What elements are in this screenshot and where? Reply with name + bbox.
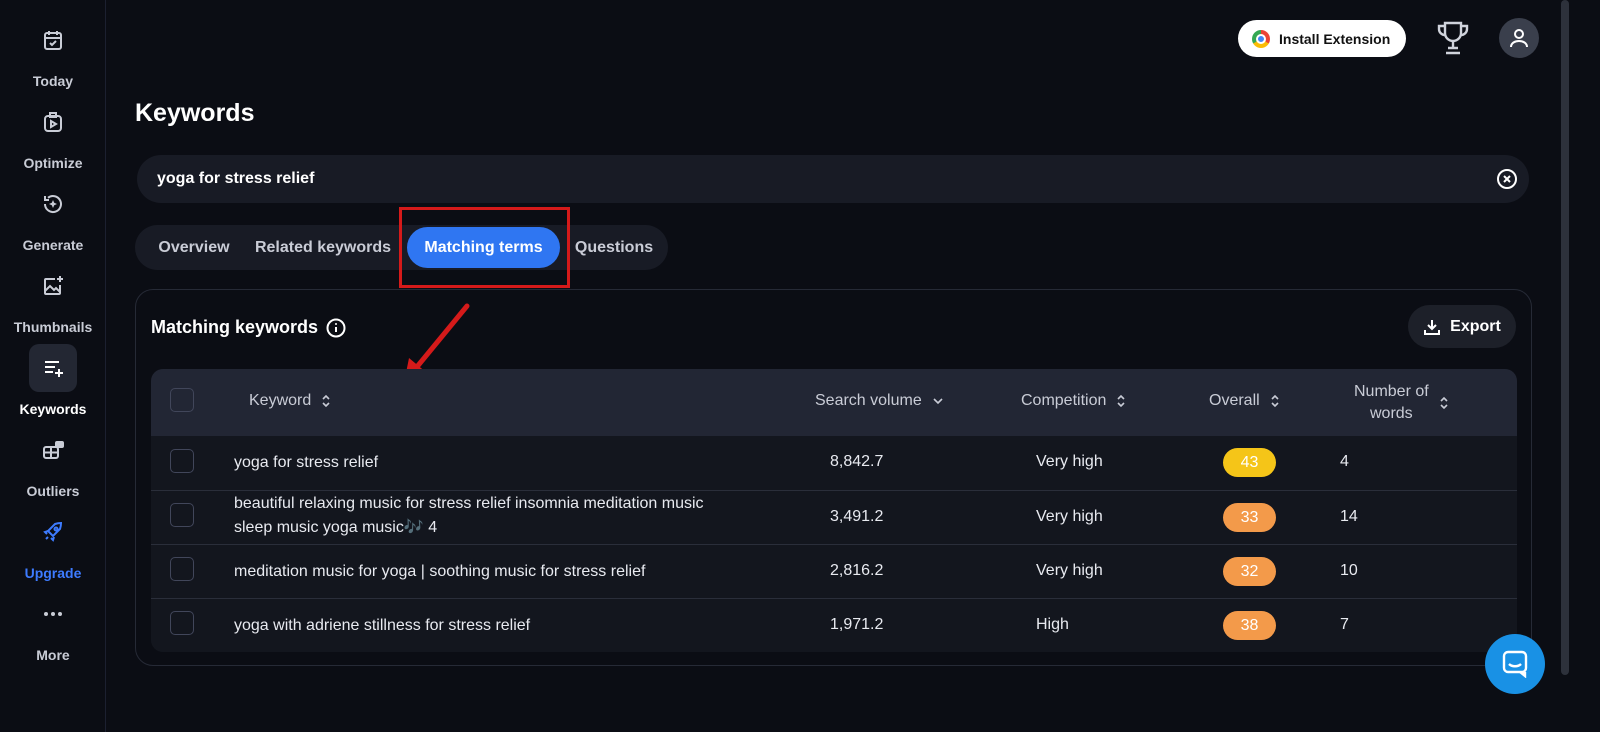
row-checkbox[interactable] (170, 503, 194, 527)
sidebar-item-label: Outliers (26, 483, 80, 499)
sidebar-item-outliers[interactable]: Outliers (0, 426, 106, 499)
sidebar-item-today[interactable]: Today (0, 16, 106, 89)
table-row[interactable]: beautiful relaxing music for stress reli… (151, 490, 1517, 544)
sidebar-item-label: Upgrade (24, 565, 82, 581)
chat-icon (1502, 650, 1528, 678)
column-number-of-words-label: Number of words (1354, 381, 1429, 425)
select-all-checkbox[interactable] (170, 388, 194, 412)
column-overall-label: Overall (1209, 392, 1260, 409)
column-search-volume[interactable]: Search volume (815, 392, 944, 410)
sort-icon (1117, 394, 1125, 408)
word-count-cell: 14 (1340, 508, 1358, 525)
install-extension-button[interactable]: Install Extension (1238, 20, 1406, 57)
tab-related-keywords[interactable]: Related keywords (252, 225, 394, 270)
overall-badge: 33 (1223, 503, 1276, 532)
export-label: Export (1450, 317, 1501, 335)
row-checkbox[interactable] (170, 557, 194, 581)
sort-icon (1271, 394, 1279, 408)
competition-cell: Very high (1036, 508, 1103, 525)
search-input[interactable] (157, 168, 1457, 190)
sort-icon (322, 394, 330, 408)
sidebar-item-optimize[interactable]: Optimize (0, 98, 106, 171)
clear-search-icon[interactable] (1495, 167, 1519, 196)
table-header: Keyword Search volume Competition Overal… (151, 369, 1517, 436)
search-volume-cell: 1,971.2 (830, 616, 884, 633)
search-volume-cell: 2,816.2 (830, 562, 884, 579)
column-search-volume-label: Search volume (815, 392, 922, 409)
matching-keywords-panel: Matching keywords Export Keyword Search … (135, 289, 1532, 666)
chrome-icon (1252, 29, 1270, 48)
tab-questions[interactable]: Questions (571, 225, 657, 270)
keyword-cell: yoga for stress relief (234, 454, 379, 471)
install-extension-label: Install Extension (1279, 30, 1391, 47)
row-checkbox[interactable] (170, 611, 194, 635)
column-number-of-words[interactable]: Number of words (1354, 381, 1449, 425)
sidebar-item-label: Generate (22, 237, 84, 253)
keyword-cell: beautiful relaxing music for stress reli… (234, 492, 704, 540)
sidebar-item-label: Thumbnails (13, 319, 93, 335)
keyword-cell: meditation music for yoga | soothing mus… (234, 563, 646, 580)
tab-overview[interactable]: Overview (149, 225, 239, 270)
sparkle-refresh-icon (29, 180, 77, 228)
word-count-cell: 4 (1340, 453, 1349, 470)
more-dots-icon (29, 590, 77, 638)
table-row[interactable]: yoga with adriene stillness for stress r… (151, 598, 1517, 652)
overall-badge: 32 (1223, 557, 1276, 586)
search-volume-cell: 8,842.7 (830, 453, 884, 470)
export-button[interactable]: Export (1408, 305, 1516, 348)
chevron-down-icon (933, 398, 943, 405)
sidebar-item-more[interactable]: More (0, 590, 106, 663)
competition-cell: High (1036, 616, 1069, 633)
chat-launcher-button[interactable] (1485, 634, 1545, 694)
sidebar-item-label: Keywords (19, 401, 87, 417)
trophy-icon[interactable] (1436, 20, 1470, 61)
column-overall[interactable]: Overall (1209, 392, 1280, 410)
sort-icon (1440, 396, 1448, 410)
keywords-table: Keyword Search volume Competition Overal… (151, 369, 1517, 652)
column-keyword[interactable]: Keyword (249, 392, 331, 410)
calendar-check-icon (29, 16, 77, 64)
sidebar-item-upgrade[interactable]: Upgrade (0, 508, 106, 581)
competition-cell: Very high (1036, 453, 1103, 470)
column-words-line-1: Number of (1354, 383, 1429, 400)
overall-badge: 43 (1223, 448, 1276, 477)
info-icon[interactable] (326, 318, 346, 338)
download-icon (1424, 319, 1441, 335)
sidebar-item-label: Today (32, 73, 74, 89)
keyword-cell: yoga with adriene stillness for stress r… (234, 617, 531, 634)
sidebar-item-thumbnails[interactable]: Thumbnails (0, 262, 106, 335)
overall-badge: 38 (1223, 611, 1276, 640)
table-row[interactable]: meditation music for yoga | soothing mus… (151, 544, 1517, 598)
avatar[interactable] (1499, 18, 1539, 58)
column-competition[interactable]: Competition (1021, 392, 1126, 410)
competition-cell: Very high (1036, 562, 1103, 579)
panel-title: Matching keywords (151, 317, 346, 338)
video-clipboard-icon (29, 98, 77, 146)
sidebar: Today Optimize Generate Thumbnails Keywo… (0, 0, 106, 732)
scrollbar[interactable] (1561, 0, 1569, 675)
sidebar-item-keywords[interactable]: Keywords (0, 344, 106, 417)
word-count-cell: 7 (1340, 616, 1349, 633)
table-row[interactable]: yoga for stress relief 8,842.7 Very high… (151, 436, 1517, 490)
sidebar-item-label: More (36, 647, 70, 663)
column-competition-label: Competition (1021, 392, 1107, 409)
column-keyword-label: Keyword (249, 392, 312, 409)
search-volume-cell: 3,491.2 (830, 508, 884, 525)
row-checkbox[interactable] (170, 449, 194, 473)
annotation-highlight-box (399, 207, 570, 288)
search-bar (137, 155, 1529, 203)
word-count-cell: 10 (1340, 562, 1358, 579)
sidebar-item-generate[interactable]: Generate (0, 180, 106, 253)
rocket-icon (29, 508, 77, 556)
column-words-line-2: words (1370, 405, 1413, 422)
image-sparkle-icon (29, 262, 77, 310)
panel-title-text: Matching keywords (151, 317, 319, 337)
list-plus-icon (29, 344, 77, 392)
page-title: Keywords (135, 99, 255, 127)
outliers-icon (29, 426, 77, 474)
keyword-line-2: sleep music yoga music🎶 4 (234, 519, 438, 536)
keyword-line-1: beautiful relaxing music for stress reli… (234, 495, 704, 512)
sidebar-item-label: Optimize (23, 155, 83, 171)
